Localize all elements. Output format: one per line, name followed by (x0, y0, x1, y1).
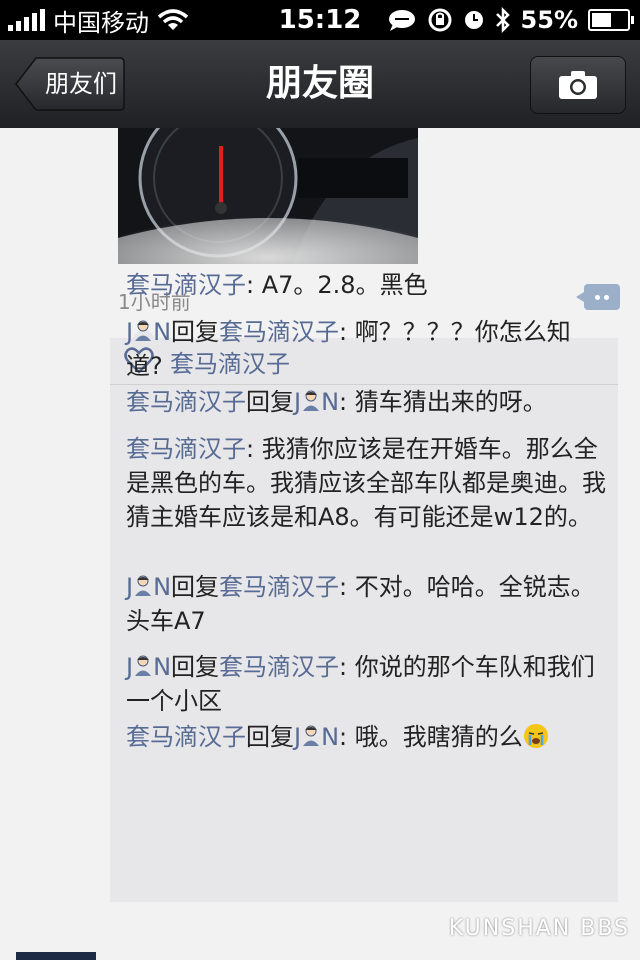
avatar-emoji-icon (135, 655, 152, 676)
comment-author[interactable]: 套马滴汉子 (126, 723, 246, 751)
camera-icon (559, 71, 597, 99)
comment-text: A7。2.8。黑色 (261, 271, 428, 299)
watermark: KUNSHAN BBS (448, 916, 630, 941)
avatar-emoji-icon (303, 390, 320, 411)
comment-text: 哦。我瞎猜的么 (354, 723, 523, 751)
comment-author[interactable]: 套马滴汉子 (126, 271, 246, 299)
comment-text: 猜车猜出来的呀。 (354, 388, 547, 416)
comment-item[interactable]: J N回复套马滴汉子: 不对。哈哈。全锐志。头车A7 (126, 570, 606, 638)
comment-author[interactable]: 套马滴汉子 (219, 318, 339, 346)
comment-item[interactable]: 套马滴汉子回复J N: 哦。我瞎猜的么 (126, 720, 606, 754)
post-photo[interactable] (118, 128, 418, 264)
battery-icon (588, 9, 634, 31)
comment-author[interactable]: JN (294, 723, 339, 751)
next-post-thumbnail[interactable] (16, 952, 96, 960)
comment-author[interactable]: JN (126, 573, 171, 601)
comment-author[interactable]: 套马滴汉子 (126, 388, 246, 416)
comment-colon: : (339, 318, 355, 346)
nav-bar: 朋友们 朋友圈 (0, 40, 640, 129)
comment-item[interactable]: J N回复套马滴汉子: 你说的那个车队和我们一个小区 (126, 650, 606, 718)
comment-colon: : (339, 653, 355, 681)
reply-word: 回复 (171, 653, 220, 681)
reply-word: 回复 (171, 573, 220, 601)
reply-word: 回复 (246, 723, 294, 751)
comment-author[interactable]: 套马滴汉子 (126, 435, 246, 463)
camera-button[interactable] (530, 56, 626, 114)
comment-item[interactable]: 套马滴汉子回复J N: 猜车猜出来的呀。 (126, 385, 606, 419)
rotation-lock-icon (428, 8, 452, 32)
comment-item[interactable]: 套马滴汉子: 我猜你应该是在开婚车。那么全是黑色的车。我猜应该全部车队都是奥迪。… (126, 432, 606, 534)
reply-word: 回复 (171, 318, 220, 346)
bluetooth-icon (495, 7, 510, 33)
reply-word: 回复 (246, 388, 294, 416)
comment-author[interactable]: JN (126, 318, 171, 346)
alarm-icon (464, 11, 483, 29)
crying-emoji-icon (523, 724, 548, 748)
comment-item[interactable]: J N回复套马滴汉子: 啊？？？？你怎么知道? (126, 315, 606, 383)
battery-percent: 55% (520, 6, 578, 34)
comment-author[interactable]: 套马滴汉子 (219, 653, 339, 681)
comment-colon: : (339, 723, 355, 751)
avatar-emoji-icon (135, 575, 152, 596)
comment-author[interactable]: 套马滴汉子 (219, 573, 339, 601)
status-right: 55% (387, 0, 634, 40)
avatar-emoji-icon (135, 320, 152, 341)
comments-panel: 套马滴汉子 套马滴汉子: A7。2.8。黑色 J N回复套马滴汉子: 啊？？？？你怎… (110, 271, 618, 902)
status-bar: 中国移动 15:12 55% (0, 0, 640, 40)
dashboard-photo (118, 128, 418, 264)
comment-colon: : (246, 435, 262, 463)
comment-colon: : (339, 388, 355, 416)
comment-author[interactable]: JN (294, 388, 339, 416)
comment-colon: : (339, 573, 355, 601)
comment-author[interactable]: JN (126, 653, 171, 681)
feed-content: 1小时前 套马滴汉子 套马滴汉子: A7。2.8。黑色 J N回复套马滴汉子: 啊？… (0, 128, 640, 960)
comment-item[interactable]: 套马滴汉子: A7。2.8。黑色 (126, 268, 606, 302)
message-icon (388, 10, 415, 31)
avatar-emoji-icon (303, 725, 320, 746)
comment-colon: : (246, 271, 262, 299)
